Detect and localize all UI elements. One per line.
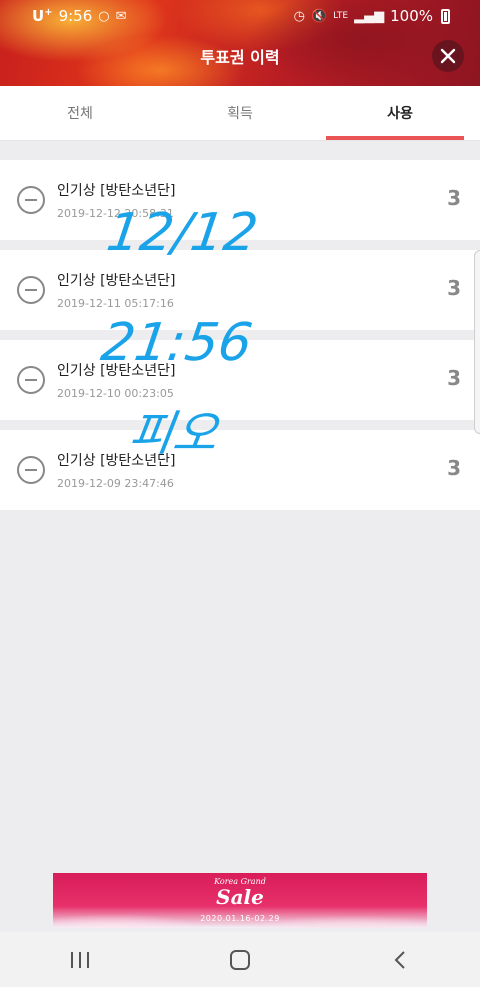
carrier-label: U+ (32, 7, 53, 25)
item-title: 인기상 [방탄소년단] (57, 183, 176, 199)
list-item[interactable]: 인기상 [방탄소년단] 2019-12-10 00:23:05 3 (0, 340, 480, 420)
page-title: 투표권 이력 (200, 48, 280, 67)
recents-button[interactable] (50, 940, 110, 980)
home-button[interactable] (210, 940, 270, 980)
home-icon (230, 949, 250, 970)
banner-ad[interactable]: Korea Grand Sale 2020.01.16-02.29 (53, 873, 427, 928)
battery-icon (441, 8, 450, 24)
edge-panel-handle[interactable] (474, 250, 480, 434)
item-count: 3 (447, 366, 461, 390)
tab-used[interactable]: 사용 (320, 86, 480, 140)
tab-bar: 전체 획득 사용 (0, 86, 480, 141)
minus-circle-icon (17, 456, 45, 484)
close-button[interactable] (432, 40, 464, 72)
alarm-icon: ◷ (293, 8, 305, 24)
minus-circle-icon (17, 366, 45, 394)
battery-percent: 100% (390, 7, 433, 25)
close-icon (440, 48, 456, 64)
item-count: 3 (447, 276, 461, 300)
list-item[interactable]: 인기상 [방탄소년단] 2019-12-11 05:17:16 3 (0, 250, 480, 330)
history-list: 인기상 [방탄소년단] 2019-12-12 20:58:31 3 인기상 [방… (0, 160, 480, 520)
list-item[interactable]: 인기상 [방탄소년단] 2019-12-09 23:47:46 3 (0, 430, 480, 510)
signal-icon: ▂▄▆ (354, 8, 385, 24)
mail-icon: ✉ (115, 8, 127, 24)
back-icon (394, 950, 405, 969)
item-title: 인기상 [방탄소년단] (57, 453, 176, 469)
tab-all[interactable]: 전체 (0, 86, 160, 140)
item-date: 2019-12-10 00:23:05 (57, 387, 174, 400)
recents-icon (71, 951, 89, 968)
item-date: 2019-12-09 23:47:46 (57, 477, 174, 490)
network-label: LTE (333, 11, 349, 21)
minus-circle-icon (17, 186, 45, 214)
system-nav-bar (0, 932, 480, 987)
list-item[interactable]: 인기상 [방탄소년단] 2019-12-12 20:58:31 3 (0, 160, 480, 240)
item-title: 인기상 [방탄소년단] (57, 363, 176, 379)
item-count: 3 (447, 186, 461, 210)
tab-earned[interactable]: 획득 (160, 86, 320, 140)
sync-icon: ○ (98, 8, 110, 24)
header: U+ 9:56 ○ ✉ ◷ 🔇 LTE ▂▄▆ 100% 투표권 이력 (0, 0, 480, 86)
item-date: 2019-12-11 05:17:16 (57, 297, 174, 310)
mute-icon: 🔇 (310, 8, 328, 24)
status-bar: U+ 9:56 ○ ✉ ◷ 🔇 LTE ▂▄▆ 100% (0, 0, 480, 32)
banner-logo: Korea Grand Sale (53, 877, 427, 908)
item-count: 3 (447, 456, 461, 480)
back-button[interactable] (370, 940, 430, 980)
item-date: 2019-12-12 20:58:31 (57, 207, 174, 220)
item-title: 인기상 [방탄소년단] (57, 273, 176, 289)
banner-big-text: Sale (216, 885, 264, 909)
banner-dates: 2020.01.16-02.29 (200, 914, 280, 923)
status-time: 9:56 (58, 7, 93, 25)
minus-circle-icon (17, 276, 45, 304)
